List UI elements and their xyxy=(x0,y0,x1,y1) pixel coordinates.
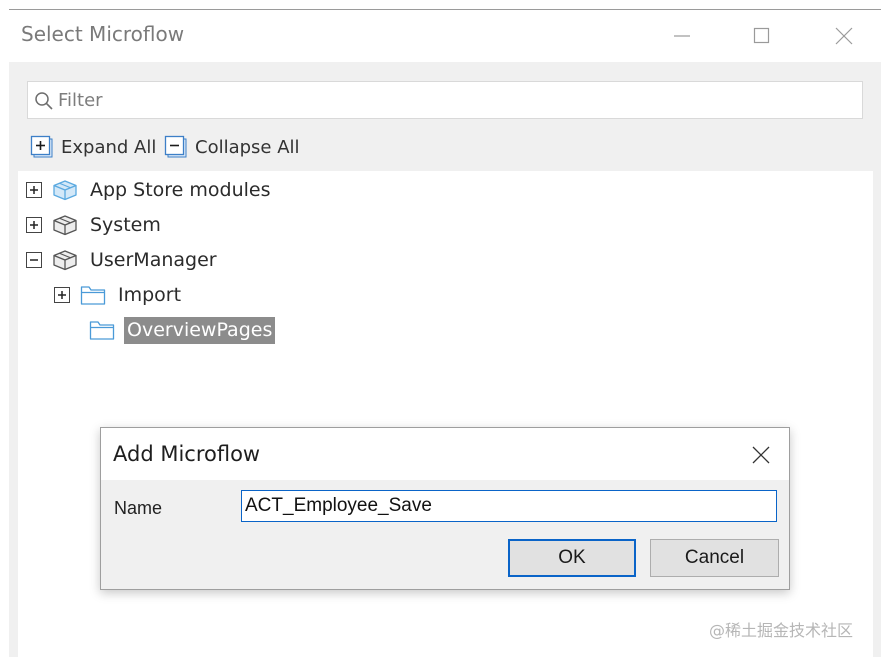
close-icon xyxy=(835,27,853,45)
filter-input[interactable] xyxy=(58,86,848,114)
close-button[interactable] xyxy=(821,16,867,56)
search-icon xyxy=(35,92,53,110)
folder-icon xyxy=(89,321,115,340)
expand-all-button[interactable]: Expand All xyxy=(30,132,156,162)
dialog-title: Add Microflow xyxy=(113,442,261,466)
tree-item-overviewpages[interactable]: OverviewPages xyxy=(89,316,276,344)
name-field[interactable] xyxy=(241,490,777,522)
tree-item-label: UserManager xyxy=(90,249,217,271)
close-icon xyxy=(752,446,770,464)
minimize-button[interactable] xyxy=(659,16,705,56)
add-microflow-dialog: Add Microflow Name OK Cancel xyxy=(100,427,790,590)
tree-item-usermanager[interactable]: UserManager xyxy=(26,246,217,274)
tree-item-label-selected: OverviewPages xyxy=(124,316,276,344)
watermark: @稀土掘金技术社区 xyxy=(709,621,854,640)
tree-item-system[interactable]: System xyxy=(26,211,161,239)
expand-icon[interactable] xyxy=(54,287,70,303)
module-box-icon xyxy=(53,180,77,201)
tree-item-import[interactable]: Import xyxy=(54,281,181,309)
filter-box xyxy=(27,81,863,119)
expand-icon[interactable] xyxy=(26,182,42,198)
module-box-icon xyxy=(53,250,77,271)
maximize-button[interactable] xyxy=(739,16,785,56)
expand-icon[interactable] xyxy=(26,217,42,233)
collapse-icon[interactable] xyxy=(26,252,42,268)
ok-button[interactable]: OK xyxy=(508,539,636,577)
folder-icon xyxy=(80,286,106,305)
tree-item-label: App Store modules xyxy=(90,179,271,201)
cancel-button[interactable]: Cancel xyxy=(650,539,779,577)
collapse-all-icon xyxy=(164,135,187,158)
window-title: Select Microflow xyxy=(21,22,185,46)
tree-item-label: System xyxy=(90,214,161,236)
module-box-icon xyxy=(53,215,77,236)
collapse-all-button[interactable]: Collapse All xyxy=(164,132,300,162)
collapse-all-label: Collapse All xyxy=(195,136,300,158)
dialog-title-bar: Add Microflow xyxy=(101,428,789,480)
tree-item-app-store-modules[interactable]: App Store modules xyxy=(26,176,271,204)
tree-item-label: Import xyxy=(118,284,182,306)
title-bar: Select Microflow xyxy=(9,10,881,62)
name-label: Name xyxy=(114,498,163,518)
minimize-icon xyxy=(674,35,690,37)
dialog-close-button[interactable] xyxy=(741,438,781,472)
maximize-icon xyxy=(753,27,770,44)
expand-all-icon xyxy=(30,135,53,158)
expand-all-label: Expand All xyxy=(61,136,157,158)
